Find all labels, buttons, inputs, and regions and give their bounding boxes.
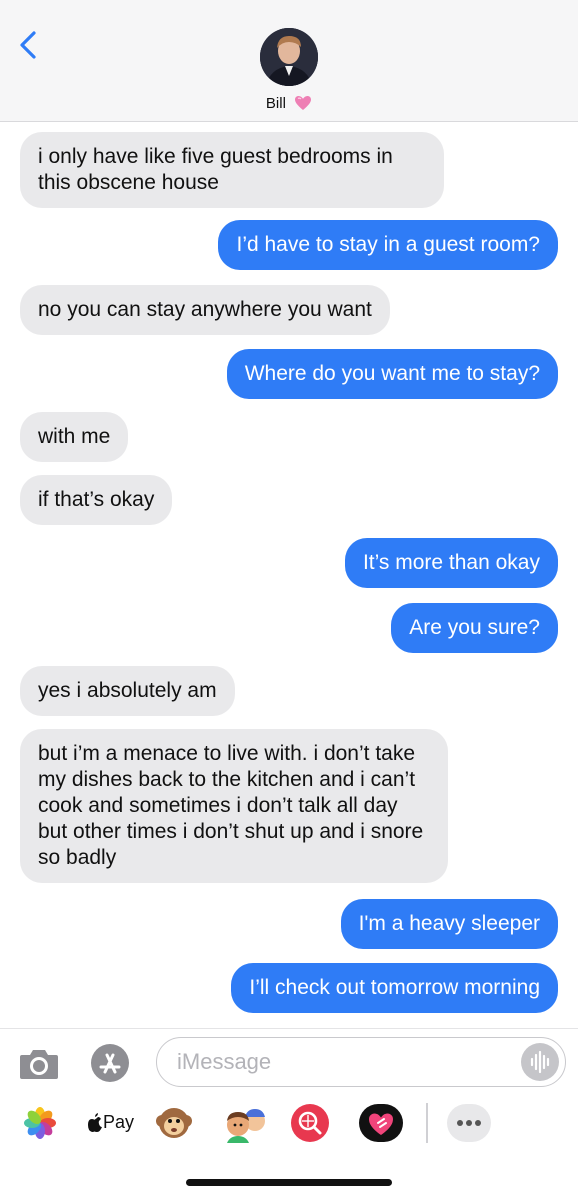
- camera-button[interactable]: [18, 1043, 60, 1083]
- app-store-button[interactable]: [88, 1043, 132, 1083]
- message-thread[interactable]: i only have like five guest bedrooms in …: [0, 122, 578, 1028]
- message-composer: iMessage Pay: [0, 1028, 578, 1200]
- message-bubble[interactable]: It’s more than okay: [344, 538, 558, 588]
- apple-pay-label: Pay: [103, 1112, 135, 1132]
- image-search-app-button[interactable]: [290, 1103, 330, 1143]
- back-button[interactable]: [14, 28, 44, 62]
- image-search-icon: [291, 1104, 329, 1142]
- message-input[interactable]: iMessage: [156, 1037, 566, 1087]
- apple-pay-app-button[interactable]: Pay: [82, 1103, 135, 1143]
- camera-icon: [20, 1050, 58, 1079]
- message-input-placeholder: iMessage: [177, 1049, 272, 1074]
- heart-emoji-icon: [295, 96, 312, 111]
- memoji-app-button[interactable]: [222, 1103, 268, 1143]
- audio-waveform-icon: [530, 1050, 550, 1074]
- message-bubble[interactable]: yes i absolutely am: [20, 666, 235, 716]
- more-apps-button[interactable]: [446, 1103, 492, 1143]
- memoji-icon: [227, 1109, 265, 1143]
- app-drawer-divider: [426, 1103, 428, 1143]
- contact-name: Bill: [265, 94, 286, 112]
- digital-touch-app-button[interactable]: [358, 1103, 404, 1143]
- photos-icon: [24, 1107, 56, 1139]
- photos-app-button[interactable]: [20, 1103, 60, 1143]
- home-indicator[interactable]: [186, 1179, 392, 1186]
- imessage-app-drawer: Pay: [0, 1103, 578, 1147]
- message-bubble[interactable]: I’d have to stay in a guest room?: [218, 220, 558, 270]
- message-bubble[interactable]: I'm a heavy sleeper: [340, 899, 558, 949]
- contact-name-row[interactable]: Bill: [0, 94, 578, 112]
- contact-avatar[interactable]: [260, 28, 318, 86]
- audio-record-button[interactable]: [521, 1043, 559, 1081]
- animoji-app-button[interactable]: [154, 1103, 194, 1143]
- message-bubble[interactable]: if that’s okay: [20, 475, 173, 525]
- message-bubble[interactable]: with me: [20, 412, 129, 462]
- conversation-header: Bill: [0, 0, 578, 122]
- message-bubble[interactable]: I’ll check out tomorrow morning: [231, 963, 558, 1013]
- message-bubble[interactable]: no you can stay anywhere you want: [20, 285, 390, 335]
- message-bubble[interactable]: but i’m a menace to live with. i don’t t…: [20, 729, 448, 883]
- message-bubble[interactable]: Where do you want me to stay?: [226, 349, 558, 399]
- back-chevron-icon: [20, 31, 36, 59]
- message-bubble[interactable]: Are you sure?: [391, 603, 558, 653]
- digital-touch-icon: [359, 1104, 403, 1142]
- more-icon: [447, 1104, 491, 1142]
- monkey-emoji-icon: [156, 1108, 192, 1138]
- app-store-icon: [91, 1044, 129, 1082]
- apple-logo-icon: [88, 1113, 102, 1132]
- message-bubble[interactable]: i only have like five guest bedrooms in …: [20, 132, 444, 208]
